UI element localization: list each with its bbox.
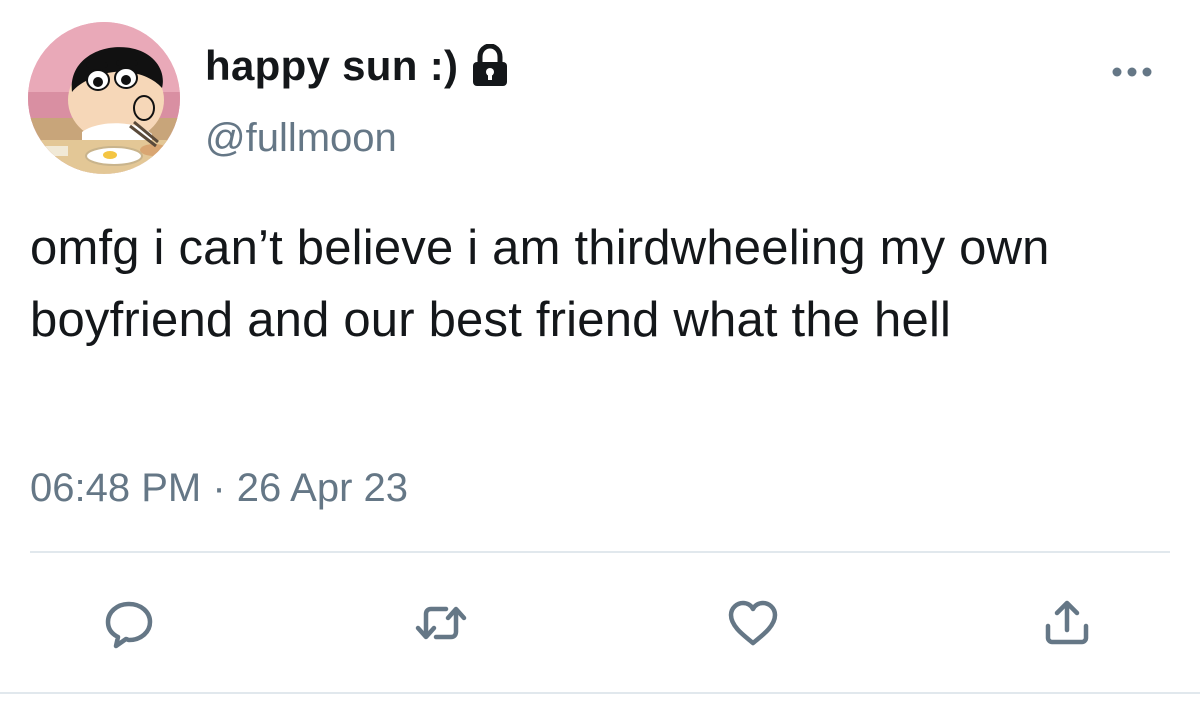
user-name-row[interactable]: happy sun :) [205, 38, 510, 94]
tweet-text: omfg i can’t believe i am thirdwheeling … [30, 221, 1050, 347]
avatar[interactable] [28, 22, 180, 174]
retweet-icon [415, 606, 467, 640]
user-handle[interactable]: @fullmoon [205, 116, 397, 161]
more-icon[interactable] [1110, 60, 1154, 84]
share-button[interactable] [1040, 596, 1094, 650]
tweet-timestamp[interactable]: 06:48 PM · 26 Apr 23 [30, 466, 408, 511]
reply-button[interactable] [102, 596, 156, 650]
retweet-button[interactable] [414, 596, 468, 650]
reply-icon [105, 601, 153, 649]
heart-icon [728, 600, 778, 646]
lock-icon [470, 43, 510, 88]
tweet-card: happy sun :) @fullmoon omfg i can’t beli… [0, 0, 1200, 710]
share-icon [1045, 600, 1089, 645]
avatar-image [28, 22, 180, 174]
divider [30, 551, 1170, 553]
bottom-divider [0, 692, 1200, 694]
like-button[interactable] [726, 596, 780, 650]
display-name[interactable]: happy sun :) [205, 42, 458, 90]
